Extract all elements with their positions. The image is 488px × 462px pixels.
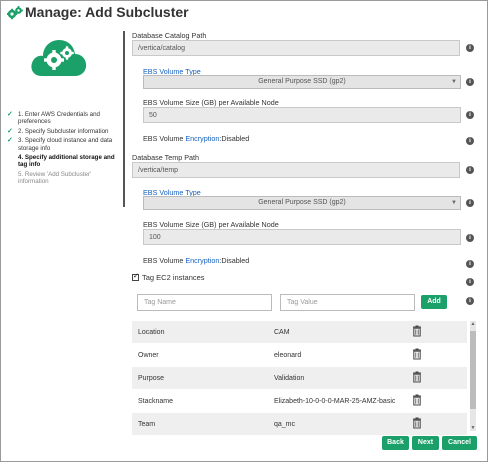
catalog-path-label: Database Catalog Path [132, 31, 207, 40]
dialog-title: Manage: Add Subcluster [25, 4, 189, 20]
tag-value: Validation [274, 375, 305, 382]
tag-value: CAM [274, 329, 290, 336]
tag-value: Elizabeth-10-0-0-0-MAR-25-AMZ-basic [274, 398, 396, 405]
tag-value: eleonard [274, 352, 302, 359]
catalog-ebs-size-label: EBS Volume Size (GB) per Available Node [143, 98, 279, 107]
tag-key: Owner [138, 352, 159, 359]
trash-icon[interactable] [411, 394, 423, 406]
add-subcluster-dialog: Manage: Add Subcluster ✓ 1. Enter AWS Cr… [0, 0, 488, 462]
info-icon[interactable]: i [466, 137, 474, 145]
trash-icon[interactable] [411, 371, 423, 383]
wizard-step-label: 3. Specify cloud instance and data stora… [18, 137, 113, 152]
info-icon[interactable]: i [466, 297, 474, 305]
wizard-step-label: 4. Specify additional storage and tag in… [18, 154, 115, 169]
check-icon: ✓ [7, 127, 13, 135]
tag-table-scrollbar[interactable]: ▲ ▼ [470, 321, 476, 431]
encryption-link[interactable]: Encryption [185, 134, 219, 143]
wizard-step-3: ✓ 3. Specify cloud instance and data sto… [7, 137, 119, 152]
table-row: Stackname Elizabeth-10-0-0-0-MAR-25-AMZ-… [132, 390, 467, 412]
scroll-thumb[interactable] [470, 331, 476, 409]
trash-icon[interactable] [411, 348, 423, 360]
encryption-value: :Disabled [219, 256, 250, 265]
chevron-down-icon: ▼ [451, 79, 457, 85]
temp-ebs-size-label: EBS Volume Size (GB) per Available Node [143, 220, 279, 229]
wizard-step-5: 5. Review 'Add Subcluster' information [7, 171, 119, 186]
info-icon[interactable]: i [466, 111, 474, 119]
trash-icon[interactable] [411, 325, 423, 337]
encryption-prefix: EBS Volume [143, 134, 186, 143]
catalog-path-input[interactable]: /vertica/catalog [132, 40, 460, 56]
encryption-value: :Disabled [219, 134, 250, 143]
wizard-step-label: 5. Review 'Add Subcluster' information [18, 170, 92, 186]
cancel-button[interactable]: Cancel [442, 436, 477, 450]
tag-key: Location [138, 329, 165, 336]
info-icon[interactable]: i [466, 44, 474, 52]
next-button[interactable]: Next [412, 436, 439, 450]
title-bar: Manage: Add Subcluster [1, 1, 487, 25]
temp-path-input[interactable]: /vertica/temp [132, 162, 460, 178]
catalog-ebs-type-select[interactable]: General Purpose SSD (gp2) ▼ [143, 75, 461, 89]
temp-ebs-size-input[interactable]: 100 [143, 229, 461, 245]
tag-name-input[interactable]: Tag Name [137, 294, 272, 311]
back-button[interactable]: Back [382, 436, 409, 450]
wizard-step-label: 1. Enter AWS Credentials and preferences [18, 111, 100, 126]
wizard-step-4: 4. Specify additional storage and tag in… [7, 154, 119, 169]
wizard-step-label: 2. Specify Subcluster information [18, 127, 109, 135]
catalog-ebs-size-input[interactable]: 50 [143, 107, 461, 123]
info-icon[interactable]: i [466, 199, 474, 207]
encryption-link[interactable]: Encryption [185, 256, 219, 265]
info-icon[interactable]: i [466, 166, 474, 174]
tag-key: Stackname [138, 398, 174, 405]
panel-divider [123, 31, 125, 207]
info-icon[interactable]: i [466, 260, 474, 268]
cloud-gears-icon [31, 40, 87, 76]
tag-ec2-label: Tag EC2 instances [142, 273, 205, 282]
scroll-down-icon[interactable]: ▼ [470, 425, 476, 431]
catalog-ebs-type-value: General Purpose SSD (gp2) [258, 78, 346, 85]
temp-ebs-type-value: General Purpose SSD (gp2) [258, 199, 346, 206]
info-icon[interactable]: i [466, 78, 474, 86]
table-row: Team qa_mc [132, 413, 467, 435]
table-row: Owner eleonard [132, 344, 467, 366]
table-row: Location CAM [132, 321, 467, 343]
trash-icon[interactable] [411, 417, 423, 429]
info-icon[interactable]: i [466, 234, 474, 242]
tag-key: Team [138, 421, 156, 428]
chevron-down-icon: ▼ [451, 200, 457, 206]
temp-encryption-status: EBS Volume Encryption:Disabled [143, 256, 249, 265]
wizard-step-2: ✓ 2. Specify Subcluster information [7, 128, 119, 135]
tag-key: Purpose [138, 375, 165, 382]
catalog-encryption-status: EBS Volume Encryption:Disabled [143, 134, 249, 143]
tag-value: qa_mc [274, 421, 296, 428]
add-tag-button[interactable]: Add [421, 295, 447, 309]
temp-path-label: Database Temp Path [132, 153, 199, 162]
wizard-steps: ✓ 1. Enter AWS Credentials and preferenc… [7, 111, 119, 188]
tag-ec2-checkbox[interactable] [132, 272, 139, 281]
tag-value-input[interactable]: Tag Value [280, 294, 415, 311]
scroll-up-icon[interactable]: ▲ [470, 321, 476, 327]
wizard-step-1: ✓ 1. Enter AWS Credentials and preferenc… [7, 111, 119, 126]
table-row: Purpose Validation [132, 367, 467, 389]
tag-table: Location CAM Owner eleonard Purpose Vali… [132, 321, 477, 436]
check-icon: ✓ [7, 111, 13, 118]
info-icon[interactable]: i [466, 278, 474, 286]
temp-ebs-type-select[interactable]: General Purpose SSD (gp2) ▼ [143, 196, 461, 210]
encryption-prefix: EBS Volume [143, 256, 186, 265]
check-icon: ✓ [7, 137, 13, 145]
gears-icon [7, 6, 23, 20]
